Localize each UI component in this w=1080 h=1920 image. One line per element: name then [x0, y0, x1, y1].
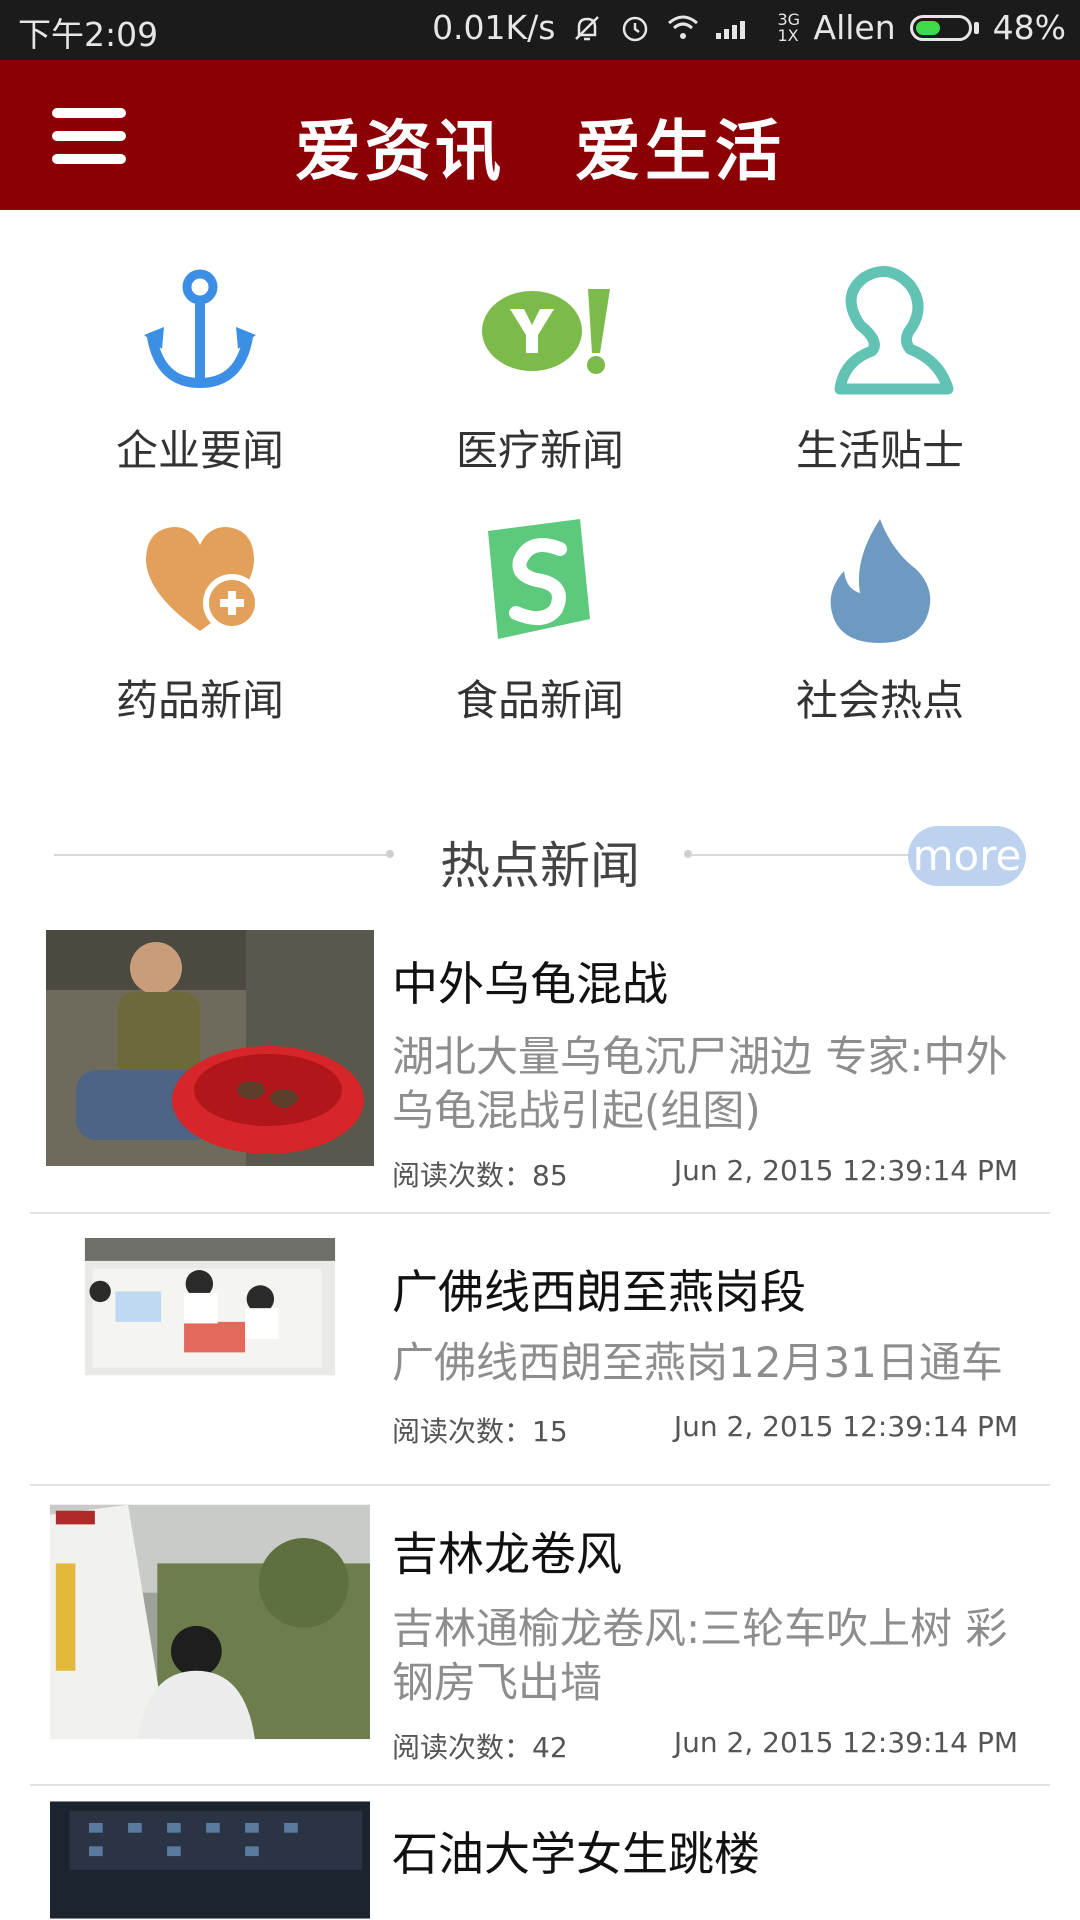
- anchor-icon: [144, 269, 256, 389]
- news-item[interactable]: 石油大学女生跳楼: [0, 1800, 1080, 1920]
- news-date: Jun 2, 2015 12:39:14 PM: [673, 1726, 1018, 1759]
- person-outline-icon: [834, 266, 954, 395]
- category-label: 医疗新闻: [455, 426, 624, 475]
- list-divider: [30, 1784, 1050, 1786]
- status-time: 下午2:09: [18, 15, 159, 54]
- battery-icon: [909, 14, 979, 41]
- battery-percent: 48%: [992, 8, 1066, 47]
- more-button[interactable]: more: [908, 826, 1026, 886]
- status-right-group: 0.01K/s 3G 1X Allen 48%: [432, 8, 1066, 47]
- category-enterprise-news[interactable]: 企业要闻: [20, 265, 380, 495]
- list-divider: [30, 1212, 1050, 1214]
- category-label: 社会热点: [795, 676, 964, 725]
- wifi-icon: [667, 15, 698, 39]
- carrier-name: Allen: [813, 8, 896, 47]
- app-title: 爱资讯 爱生活: [295, 113, 785, 190]
- news-thumbnail: [50, 1801, 370, 1919]
- s-logo-icon: [488, 519, 590, 639]
- category-social-hotspot[interactable]: 社会热点: [700, 515, 1060, 745]
- network-type: 3G 1X: [777, 9, 801, 45]
- divider-right: [690, 854, 926, 856]
- news-read-count: 阅读次数：42: [392, 1731, 568, 1764]
- list-divider: [30, 1484, 1050, 1486]
- mute-icon: [574, 15, 599, 40]
- news-date: Jun 2, 2015 12:39:14 PM: [673, 1410, 1018, 1443]
- heart-plus-icon: [146, 527, 260, 632]
- news-headline: 石油大学女生跳楼: [392, 1827, 760, 1881]
- app-bar: 爱资讯 爱生活: [0, 60, 1080, 210]
- news-summary: 吉林通榆龙卷风:三轮车吹上树 彩钢房飞出墙: [392, 1604, 1008, 1707]
- news-read-count: 阅读次数：15: [392, 1415, 568, 1448]
- category-label: 企业要闻: [115, 426, 284, 475]
- news-thumbnail: [50, 1504, 370, 1740]
- hot-news-header: 热点新闻 more: [0, 820, 1080, 900]
- yahoo-logo-icon: [482, 289, 610, 374]
- category-label: 药品新闻: [115, 676, 284, 725]
- category-label: 食品新闻: [455, 676, 624, 725]
- network-speed: 0.01K/s: [432, 8, 556, 47]
- news-date: Jun 2, 2015 12:39:14 PM: [673, 1154, 1018, 1187]
- category-food-news[interactable]: 食品新闻: [360, 515, 720, 745]
- news-thumbnail: [84, 1238, 336, 1376]
- news-thumbnail: [46, 930, 374, 1166]
- news-summary: 湖北大量乌龟沉尸湖边 专家:中外乌龟混战引起(组图): [392, 1032, 1008, 1135]
- news-item[interactable]: 中外乌龟混战 湖北大量乌龟沉尸湖边 专家:中外乌龟混战引起(组图) 阅读次数：8…: [0, 930, 1080, 1210]
- news-item[interactable]: 吉林龙卷风 吉林通榆龙卷风:三轮车吹上树 彩钢房飞出墙 阅读次数：42 Jun …: [0, 1500, 1080, 1780]
- category-medical-news[interactable]: 医疗新闻: [360, 265, 720, 495]
- news-headline: 广佛线西朗至燕岗段: [392, 1265, 806, 1319]
- news-headline: 中外乌龟混战: [392, 957, 668, 1011]
- news-read-count: 阅读次数：85: [392, 1159, 568, 1192]
- category-drug-news[interactable]: 药品新闻: [20, 515, 380, 745]
- signal-icon: [715, 20, 745, 39]
- flame-icon: [830, 519, 931, 643]
- status-bar: 下午2:09 0.01K/s 3G 1X Allen 48%: [0, 0, 1080, 60]
- news-summary: 广佛线西朗至燕岗12月31日通车: [392, 1338, 1003, 1387]
- news-item[interactable]: 广佛线西朗至燕岗段 广佛线西朗至燕岗12月31日通车 阅读次数：15 Jun 2…: [0, 1238, 1080, 1478]
- category-life-tips[interactable]: 生活贴士: [700, 265, 1060, 495]
- alarm-icon: [622, 16, 647, 41]
- news-headline: 吉林龙卷风: [392, 1527, 622, 1581]
- category-label: 生活贴士: [795, 426, 964, 475]
